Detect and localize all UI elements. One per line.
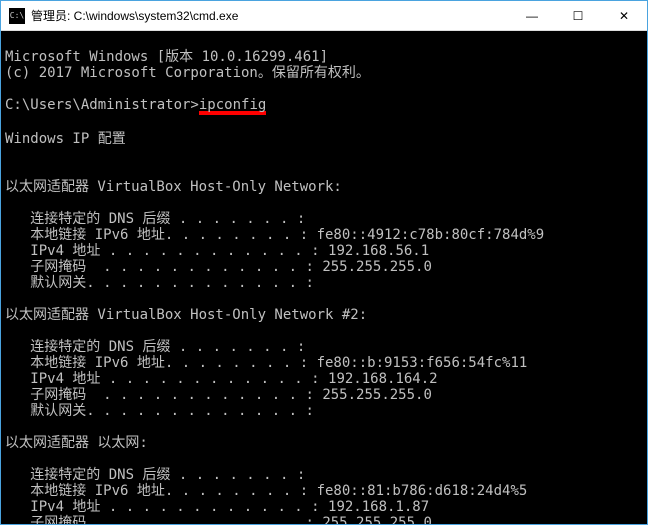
ipv6-value: fe80::b:9153:f656:54fc%11 — [317, 355, 528, 371]
version-line: Microsoft Windows [版本 10.0.16299.461] — [5, 49, 328, 65]
ipv4-row: IPv4 地址 . . . . . . . . . . . . : 192.16… — [5, 371, 438, 387]
gateway-row: 默认网关. . . . . . . . . . . . . : — [5, 403, 314, 419]
window-controls: — ☐ ✕ — [509, 1, 647, 30]
ipv6-row: 本地链接 IPv6 地址. . . . . . . . : fe80::81:b… — [5, 483, 527, 499]
mask-row: 子网掩码 . . . . . . . . . . . . : 255.255.2… — [5, 259, 432, 275]
ipv4-value: 192.168.1.87 — [328, 499, 429, 515]
dns-suffix-row: 连接特定的 DNS 后缀 . . . . . . . : — [5, 339, 305, 355]
maximize-button[interactable]: ☐ — [555, 1, 601, 30]
mask-value: 255.255.255.0 — [322, 259, 432, 275]
window-titlebar: C:\ 管理员: C:\windows\system32\cmd.exe — ☐… — [1, 1, 647, 31]
prompt-text: C:\Users\Administrator> — [5, 97, 199, 113]
ipconfig-heading: Windows IP 配置 — [5, 131, 126, 147]
close-button[interactable]: ✕ — [601, 1, 647, 30]
mask-value: 255.255.255.0 — [322, 387, 432, 403]
mask-value: 255.255.255.0 — [322, 515, 432, 524]
dns-suffix-row: 连接特定的 DNS 后缀 . . . . . . . : — [5, 467, 305, 483]
adapter-title: 以太网适配器 以太网: — [5, 435, 148, 451]
dns-suffix-row: 连接特定的 DNS 后缀 . . . . . . . : — [5, 211, 305, 227]
minimize-button[interactable]: — — [509, 1, 555, 30]
ipv4-value: 192.168.164.2 — [328, 371, 438, 387]
ipv6-value: fe80::4912:c78b:80cf:784d%9 — [317, 227, 545, 243]
copyright-line: (c) 2017 Microsoft Corporation。保留所有权利。 — [5, 65, 370, 81]
adapter-title: 以太网适配器 VirtualBox Host-Only Network #2: — [5, 307, 367, 323]
gateway-row: 默认网关. . . . . . . . . . . . . : — [5, 275, 314, 291]
prompt-line: C:\Users\Administrator>ipconfig — [5, 97, 266, 113]
mask-row: 子网掩码 . . . . . . . . . . . . : 255.255.2… — [5, 387, 432, 403]
command-text: ipconfig — [199, 99, 266, 115]
cmd-icon: C:\ — [9, 8, 25, 24]
terminal-output[interactable]: Microsoft Windows [版本 10.0.16299.461] (c… — [1, 31, 647, 524]
adapter-title: 以太网适配器 VirtualBox Host-Only Network: — [5, 179, 342, 195]
ipv4-value: 192.168.56.1 — [328, 243, 429, 259]
ipv4-row: IPv4 地址 . . . . . . . . . . . . : 192.16… — [5, 243, 429, 259]
window-title: 管理员: C:\windows\system32\cmd.exe — [31, 7, 509, 24]
ipv6-row: 本地链接 IPv6 地址. . . . . . . . : fe80::b:91… — [5, 355, 527, 371]
ipv4-row: IPv4 地址 . . . . . . . . . . . . : 192.16… — [5, 499, 429, 515]
ipv6-value: fe80::81:b786:d618:24d4%5 — [317, 483, 528, 499]
ipv6-row: 本地链接 IPv6 地址. . . . . . . . : fe80::4912… — [5, 227, 544, 243]
mask-row: 子网掩码 . . . . . . . . . . . . : 255.255.2… — [5, 515, 432, 524]
